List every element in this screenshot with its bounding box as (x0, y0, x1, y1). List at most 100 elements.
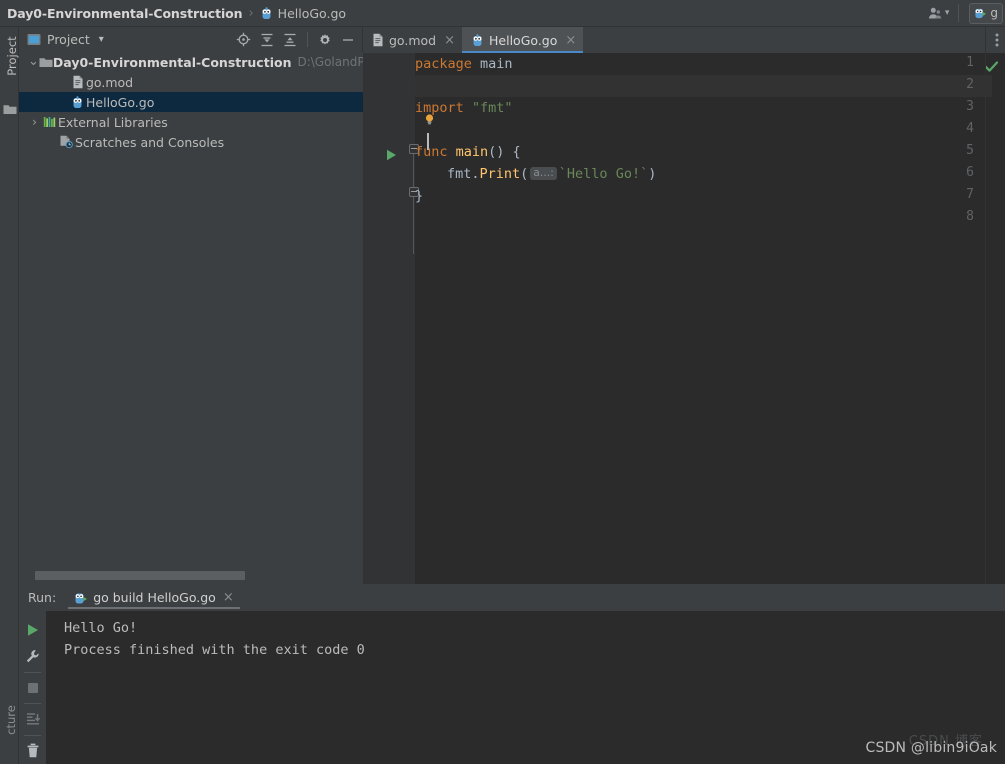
line-number: 8 (966, 209, 974, 224)
editor-right-border (985, 27, 986, 584)
code-string-literal: `Hello Go!` (558, 166, 649, 182)
project-tree[interactable]: ⌄ Day0-Environmental-Construction D:\Golan… (19, 52, 387, 567)
code-keyword-func: func (415, 144, 448, 160)
settings-gear-icon[interactable] (318, 33, 332, 47)
wrench-settings-icon[interactable] (19, 643, 46, 669)
editor-gutter[interactable] (363, 53, 414, 584)
go-file-icon (69, 95, 86, 109)
titlebar-divider (958, 4, 960, 22)
run-console-toolbar (19, 611, 46, 764)
code-line-1: package main (415, 53, 513, 75)
project-tool-window: Project ▾ ⌄ Day0-Environmental-Construct… (19, 27, 387, 584)
go-run-icon (74, 591, 88, 605)
code-line-5: func main() { (415, 141, 521, 163)
code-call-print: Print (479, 166, 521, 182)
vertical-dots-icon[interactable] (995, 32, 999, 48)
go-file-icon (260, 6, 273, 20)
tree-row[interactable]: go.mod (19, 72, 363, 92)
tool-window-button-project[interactable]: Project (5, 28, 19, 84)
breadcrumb-file[interactable]: HelloGo.go (278, 6, 346, 21)
rerun-icon[interactable] (19, 617, 46, 643)
go-file-icon (471, 33, 484, 47)
expand-all-icon[interactable] (260, 33, 274, 47)
user-account-icon (928, 6, 942, 20)
project-panel-hscrollbar[interactable] (19, 567, 363, 584)
folder-icon (39, 56, 53, 68)
run-console-output[interactable]: Hello Go! Process finished with the exit … (46, 611, 1005, 764)
run-configuration-label: g (990, 6, 998, 20)
editor-tab-label: go.mod (389, 32, 437, 48)
breadcrumb-project[interactable]: Day0-Environmental-Construction (7, 6, 243, 21)
code-line-6: fmt.Print(a…: `Hello Go!`) (447, 163, 656, 185)
tree-row[interactable]: › External Libraries (19, 112, 363, 132)
toolbar-divider (24, 734, 41, 736)
user-dropdown-caret-icon[interactable]: ▾ (945, 8, 950, 18)
tree-row[interactable]: Scratches and Consoles (19, 132, 363, 152)
code-closing-brace: } (415, 188, 424, 204)
tree-row[interactable]: ⌄ Day0-Environmental-Construction D:\Golan… (19, 52, 387, 72)
line-number: 4 (966, 121, 974, 136)
gutter-divider (414, 53, 415, 584)
code-paren-open: ( (520, 166, 529, 182)
run-tab-label: go build HelloGo.go (93, 590, 216, 605)
run-panel-label: Run: (28, 590, 57, 605)
no-problems-checkmark-icon[interactable] (984, 58, 999, 77)
project-panel-header: Project ▾ (19, 27, 362, 52)
line-number: 3 (966, 99, 974, 114)
trash-icon[interactable] (19, 738, 46, 764)
collapse-all-icon[interactable] (283, 33, 297, 47)
chevron-down-icon[interactable]: ▾ (99, 34, 104, 45)
goland-ide-window: Day0-Environmental-Construction › HelloG… (0, 0, 1005, 764)
toolbar-divider (307, 32, 308, 47)
watermark-text: CSDN @libin9iOak (865, 740, 997, 756)
editor-scrollbar-area[interactable] (992, 53, 1005, 584)
run-configuration-tab[interactable]: go build HelloGo.go × (68, 584, 240, 611)
stop-icon[interactable] (19, 675, 46, 701)
code-function-name: main (455, 144, 489, 160)
inlay-parameter-hint: a…: (530, 167, 557, 180)
editor-tab-go-mod[interactable]: go.mod × (363, 27, 462, 53)
line-number: 7 (966, 187, 974, 202)
chevron-down-icon[interactable]: ⌄ (28, 55, 39, 68)
scrollbar-thumb[interactable] (35, 571, 245, 580)
editor-tab-hellogo-go[interactable]: HelloGo.go × (462, 27, 584, 53)
folder-icon (3, 100, 17, 119)
code-receiver-fmt: fmt (447, 166, 472, 182)
close-icon[interactable]: × (444, 34, 455, 47)
line-number: 5 (966, 143, 974, 158)
line-number: 2 (966, 77, 974, 92)
console-line: Process finished with the exit code 0 (64, 642, 365, 658)
tool-window-button-structure[interactable]: cture (4, 691, 18, 749)
go-run-icon (974, 6, 987, 20)
code-dot: . (471, 166, 480, 182)
run-panel-header: Run: go build HelloGo.go × (19, 584, 1005, 611)
scroll-to-end-icon[interactable] (19, 706, 46, 732)
code-import-path: "fmt" (471, 100, 513, 116)
go-mod-file-icon (69, 75, 86, 89)
tree-row[interactable]: HelloGo.go (19, 92, 363, 112)
run-panel-body: Hello Go! Process finished with the exit … (19, 611, 1005, 764)
project-panel-title: Project (47, 32, 90, 47)
scratches-clock-icon (58, 135, 75, 149)
run-configuration-selector[interactable]: g (969, 2, 1003, 24)
code-editor[interactable]: 12345678 package main import "fmt" func … (363, 53, 1005, 584)
editor-tab-label: HelloGo.go (489, 32, 558, 48)
project-window-icon (27, 33, 41, 46)
code-keyword-package: package (415, 56, 472, 72)
close-icon[interactable]: × (565, 34, 576, 47)
intention-bulb-icon[interactable] (423, 111, 436, 125)
tree-row-label: HelloGo.go (86, 94, 155, 110)
breadcrumb: Day0-Environmental-Construction › HelloG… (0, 6, 346, 21)
tree-row-label: External Libraries (58, 114, 168, 130)
user-account-button[interactable]: ▾ (919, 0, 959, 27)
locate-file-icon[interactable] (236, 32, 251, 47)
editor-tab-bar: go.mod × HelloGo.go × (363, 27, 1005, 53)
code-line-7: } (415, 185, 423, 207)
run-function-arrow-icon[interactable] (386, 146, 397, 165)
current-line-highlight (414, 75, 1005, 97)
hide-panel-icon[interactable] (341, 33, 355, 47)
chevron-right-icon[interactable]: › (28, 115, 41, 129)
left-tool-strip: Project cture (0, 27, 19, 764)
close-icon[interactable]: × (223, 591, 234, 604)
tree-row-label: Day0-Environmental-Construction (52, 54, 292, 70)
